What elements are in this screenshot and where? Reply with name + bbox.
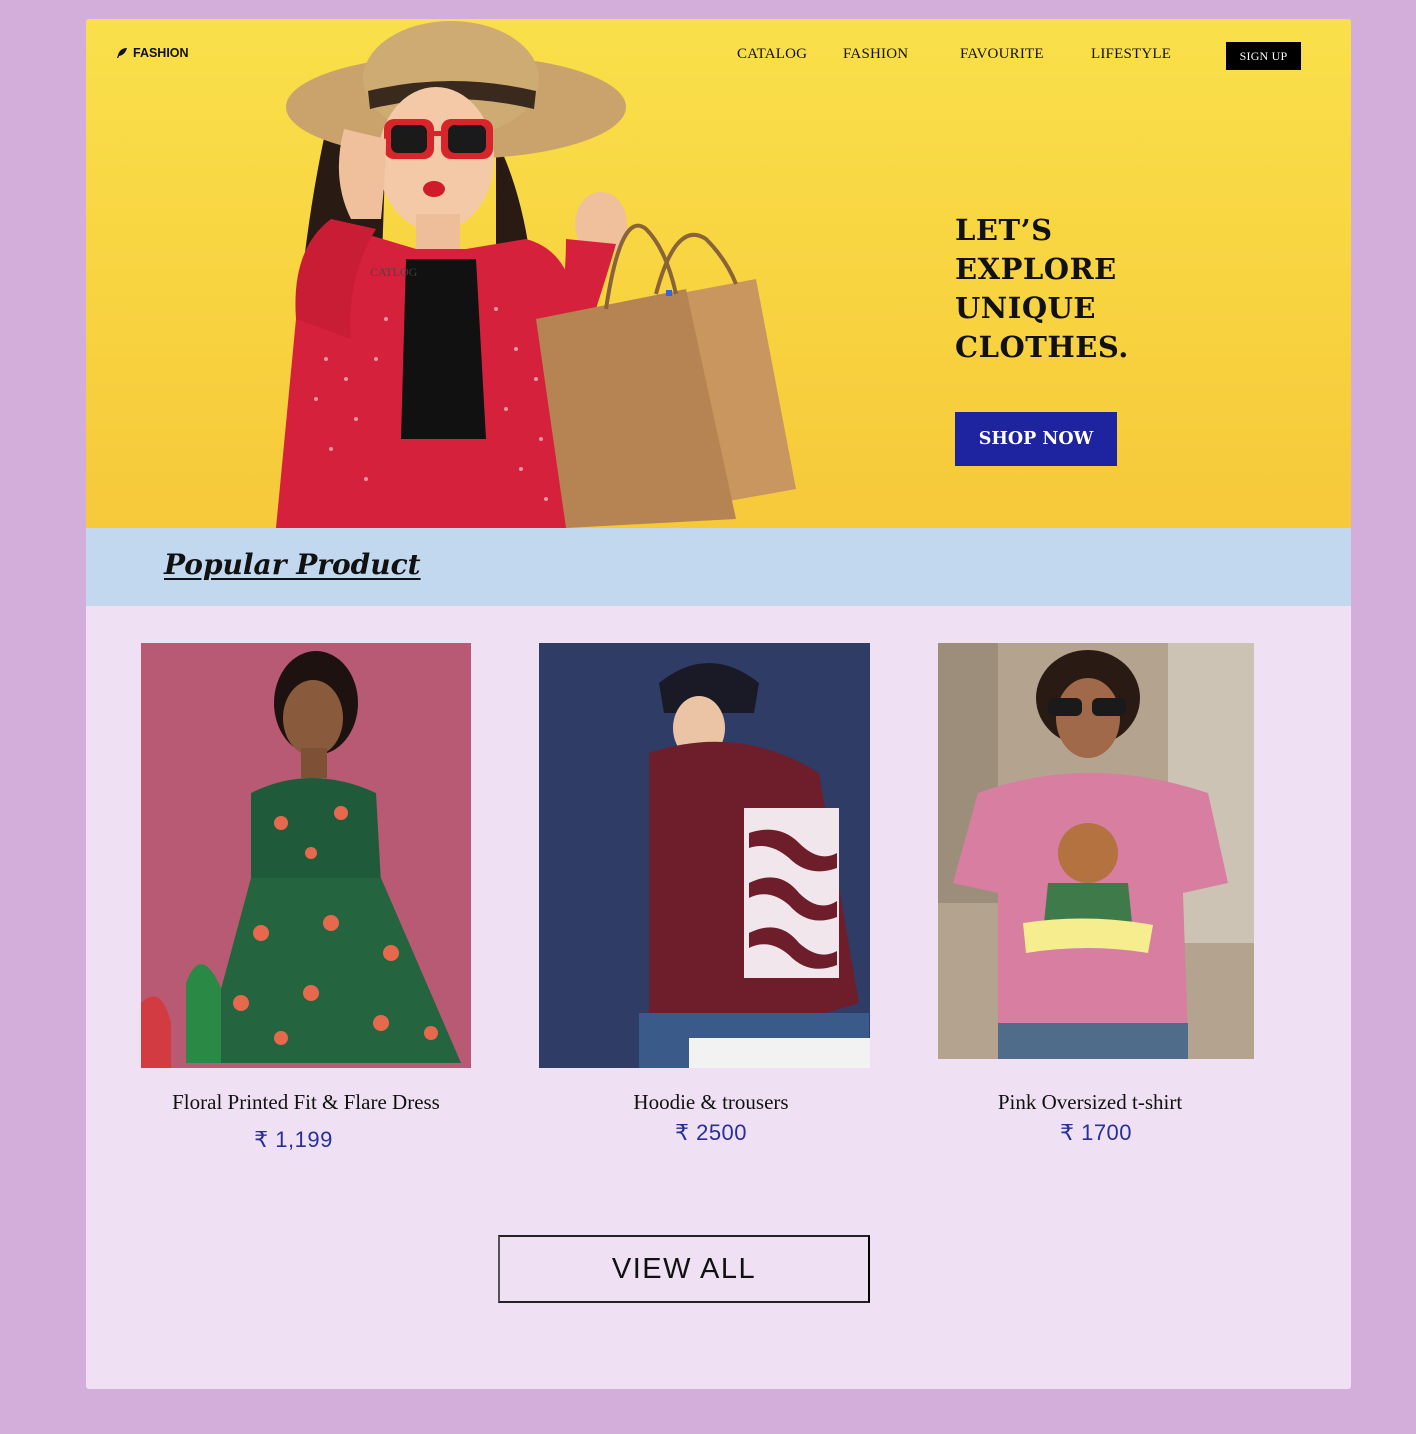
product-price: ₹ 1,199 [254,1127,333,1152]
product-name[interactable]: Pink Oversized t-shirt [938,1090,1242,1115]
hero-model-image [276,21,796,528]
nav-item-lifestyle[interactable]: LIFESTYLE [1091,46,1171,63]
product-name[interactable]: Hoodie & trousers [539,1090,883,1115]
stray-catalog-label: CATLOG [370,265,418,279]
view-all-button[interactable]: VIEW ALL [498,1235,870,1303]
product-price: ₹ 1700 [1059,1120,1133,1145]
hero-section: FASHION CATALOG FASHION FAVOURITE LIFEST… [86,19,1351,528]
product-image-hoodie[interactable] [539,643,870,1068]
product-photo [539,643,870,1068]
product-name[interactable]: Floral Printed Fit & Flare Dress [141,1090,471,1115]
brand-name: FASHION [133,46,189,60]
brand-logo[interactable]: FASHION [116,46,189,60]
hero-headline-line: EXPLORE [955,252,1117,286]
product-photo [141,643,471,1068]
product-image-floral-dress[interactable] [141,643,471,1068]
shop-now-button[interactable]: SHOP NOW [955,412,1117,466]
section-title: Popular Product [164,548,421,581]
feather-icon [117,48,127,58]
popular-header-band: Popular Product [86,528,1351,606]
hero-headline-line: CLOTHES. [955,330,1129,364]
product-photo [938,643,1254,1059]
sign-up-button[interactable]: SIGN UP [1226,42,1301,70]
nav-item-catalog[interactable]: CATALOG [737,46,807,63]
hero-headline: LET’S EXPLORE UNIQUE CLOTHES. [955,211,1129,367]
product-price: ₹ 2500 [674,1120,748,1145]
nav-item-favourite[interactable]: FAVOURITE [960,46,1044,63]
hero-headline-line: LET’S [955,213,1053,247]
nav-item-fashion[interactable]: FASHION [843,46,908,63]
page-frame: FASHION CATALOG FASHION FAVOURITE LIFEST… [86,19,1351,1389]
hero-headline-line: UNIQUE [955,291,1097,325]
product-image-pink-tshirt[interactable] [938,643,1254,1059]
